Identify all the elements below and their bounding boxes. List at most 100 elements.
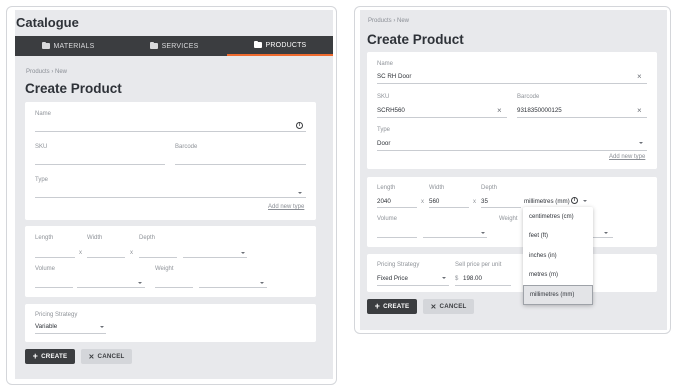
name-value: SC RH Door	[377, 73, 412, 80]
length-input[interactable]	[35, 257, 75, 258]
currency-symbol: $	[455, 276, 459, 282]
length-value: 2040	[377, 198, 391, 205]
pricing-strategy-select[interactable]	[35, 333, 106, 334]
name-input[interactable]	[35, 131, 306, 132]
width-label: Width	[429, 185, 445, 191]
create-button-label: CREATE	[383, 303, 410, 310]
folder-icon	[149, 41, 158, 49]
close-icon: ✕	[430, 303, 437, 311]
nav-tabs: MATERIALS SERVICES PRODUCTS	[15, 36, 333, 56]
unit-option-selected[interactable]: millimetres (mm)	[523, 285, 593, 305]
clear-icon[interactable]: ×	[637, 73, 642, 81]
name-input[interactable]	[377, 83, 647, 84]
sku-label: SKU	[35, 144, 48, 150]
weight-input[interactable]	[155, 287, 193, 288]
pricing-strategy-label: Pricing Strategy	[35, 312, 78, 318]
unit-option[interactable]: feet (ft)	[523, 227, 593, 247]
type-label: Type	[35, 177, 49, 183]
depth-input[interactable]	[139, 257, 177, 258]
chevron-down-icon	[639, 142, 643, 144]
weight-unit-select[interactable]	[199, 287, 267, 288]
weight-label: Weight	[155, 266, 174, 272]
chevron-down-icon	[100, 326, 104, 328]
depth-label: Depth	[139, 235, 156, 241]
barcode-input[interactable]	[175, 164, 306, 165]
chevron-down-icon	[442, 277, 446, 279]
times-sign: x	[130, 250, 133, 256]
close-icon: ✕	[88, 353, 95, 361]
unit-option[interactable]: inches (in)	[523, 246, 593, 266]
add-new-type-link[interactable]: Add new type	[268, 204, 304, 210]
tab-services[interactable]: SERVICES	[121, 36, 227, 56]
basic-info-card: Name SC RH Door × SKU SCRH560 × Barcode …	[367, 52, 657, 169]
width-value: 560	[429, 198, 440, 205]
unit-option[interactable]: centimetres (cm)	[523, 207, 593, 227]
width-label: Width	[87, 235, 103, 241]
pricing-strategy-value: Fixed Price	[377, 275, 408, 282]
depth-label: Depth	[481, 185, 498, 191]
chevron-down-icon	[604, 232, 608, 234]
plus-icon: +	[374, 301, 381, 311]
volume-unit-select[interactable]	[77, 287, 145, 288]
type-value: Door	[377, 140, 391, 147]
name-label: Name	[377, 61, 394, 67]
tab-products[interactable]: PRODUCTS	[227, 36, 333, 56]
sku-value: SCRH560	[377, 107, 405, 114]
tab-products-label: PRODUCTS	[265, 41, 307, 49]
tab-materials[interactable]: MATERIALS	[15, 36, 121, 56]
depth-value: 35	[481, 198, 488, 205]
create-button[interactable]: + CREATE	[367, 299, 417, 314]
volume-label: Volume	[35, 266, 56, 272]
type-select[interactable]	[377, 150, 647, 151]
volume-input[interactable]	[377, 237, 417, 238]
sku-input[interactable]	[35, 164, 165, 165]
weight-label: Weight	[499, 216, 518, 222]
clear-icon[interactable]: ×	[637, 107, 642, 115]
tab-services-label: SERVICES	[161, 42, 199, 50]
dimensions-card: Length x Width x Depth Volume Weight	[25, 226, 316, 297]
volume-input[interactable]	[35, 287, 73, 288]
pricing-strategy-label: Pricing Strategy	[377, 262, 420, 268]
depth-input[interactable]	[481, 207, 521, 208]
times-sign: x	[79, 250, 82, 256]
name-label: Name	[35, 111, 52, 117]
chevron-down-icon	[583, 200, 587, 202]
info-icon[interactable]: i	[571, 197, 578, 204]
volume-label: Volume	[377, 216, 398, 222]
add-new-type-link[interactable]: Add new type	[609, 154, 645, 160]
volume-unit-select[interactable]	[423, 237, 487, 238]
times-sign: x	[421, 199, 424, 205]
breadcrumb[interactable]: Products › New	[26, 69, 67, 75]
create-button-label: CREATE	[41, 353, 68, 360]
page-title: Create Product	[367, 32, 464, 47]
cancel-button[interactable]: ✕ CANCEL	[81, 349, 132, 364]
app-title: Catalogue	[16, 15, 79, 30]
sku-input[interactable]	[377, 117, 507, 118]
barcode-value: 9318350000125	[517, 107, 562, 114]
barcode-label: Barcode	[175, 144, 198, 150]
pricing-strategy-value: Variable	[35, 323, 58, 330]
width-input[interactable]	[87, 257, 125, 258]
barcode-label: Barcode	[517, 94, 540, 100]
create-button[interactable]: + CREATE	[25, 349, 75, 364]
info-icon[interactable]: i	[296, 122, 303, 129]
length-label: Length	[377, 185, 396, 191]
length-unit-select[interactable]	[183, 257, 247, 258]
length-input[interactable]	[377, 207, 417, 208]
unit-option[interactable]: metres (m)	[523, 266, 593, 286]
cancel-button-label: CANCEL	[439, 303, 467, 310]
chevron-down-icon	[481, 232, 485, 234]
barcode-input[interactable]	[517, 117, 647, 118]
pricing-card: Pricing Strategy Variable	[25, 304, 316, 342]
tab-materials-label: MATERIALS	[53, 42, 95, 50]
clear-icon[interactable]: ×	[497, 107, 502, 115]
breadcrumb[interactable]: Products › New	[368, 18, 409, 24]
unit-dropdown-menu: centimetres (cm) feet (ft) inches (in) m…	[523, 207, 593, 305]
weight-unit-select[interactable]	[593, 237, 613, 238]
cancel-button[interactable]: ✕ CANCEL	[423, 299, 474, 314]
sell-price-input[interactable]	[455, 285, 511, 286]
type-select[interactable]	[35, 197, 306, 198]
pricing-strategy-select[interactable]	[377, 285, 449, 286]
width-input[interactable]	[429, 207, 469, 208]
basic-info-card: Name i SKU Barcode Type Add new type	[25, 102, 316, 220]
